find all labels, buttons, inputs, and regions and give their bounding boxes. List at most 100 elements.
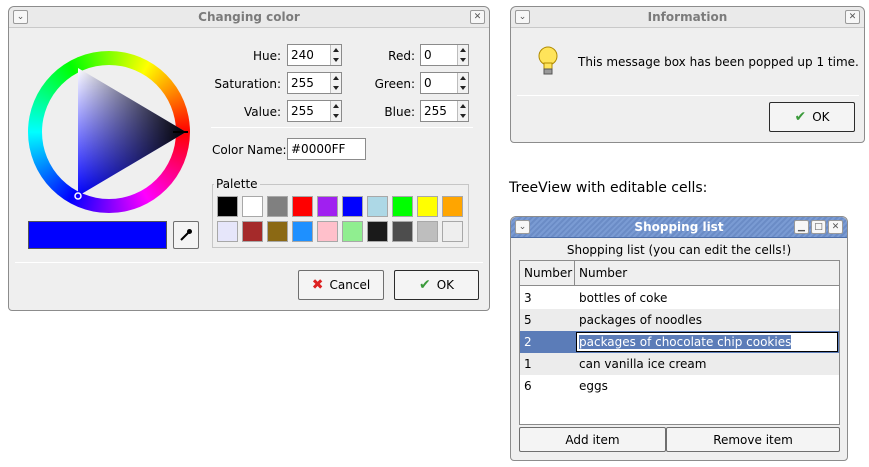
hue-spinbutton[interactable]: 240 <box>287 44 342 66</box>
cancel-icon: ✖ <box>311 277 324 293</box>
remove-item-button[interactable]: Remove item <box>666 427 840 452</box>
column-header-number[interactable]: Number <box>520 261 575 286</box>
maximize-icon: □ <box>814 222 823 232</box>
palette-swatch[interactable] <box>342 196 363 217</box>
close-icon: ✕ <box>831 222 840 232</box>
saturation-spinbutton[interactable]: 255 <box>287 72 342 94</box>
number-cell[interactable]: 3 <box>524 291 532 305</box>
window-menu-button[interactable]: ⌄ <box>515 10 530 24</box>
green-stepper[interactable] <box>457 73 468 93</box>
color-name-value: #0000FF <box>291 142 346 156</box>
color-name-input[interactable]: #0000FF <box>287 138 366 160</box>
number-cell[interactable]: 6 <box>524 379 532 393</box>
table-row[interactable]: 2 packages of chocolate chip cookies <box>520 331 839 353</box>
color-dialog-titlebar[interactable]: ⌄ Changing color ✕ <box>9 7 489 28</box>
value-spinbutton[interactable]: 255 <box>287 100 342 122</box>
window-menu-button[interactable]: ⌄ <box>13 10 28 24</box>
chevron-down-icon: ⌄ <box>16 12 25 22</box>
information-titlebar[interactable]: ⌄ Information ✕ <box>511 7 864 28</box>
maximize-button[interactable]: □ <box>811 220 826 234</box>
arrow-up-icon <box>333 48 339 52</box>
shopping-subtitle: Shopping list (you can edit the cells!) <box>566 243 792 257</box>
red-stepper[interactable] <box>457 45 468 65</box>
buttons-separator <box>15 262 483 263</box>
red-spinbutton[interactable]: 0 <box>420 44 469 66</box>
arrow-down-icon <box>333 114 339 118</box>
chevron-down-icon: ⌄ <box>518 12 527 22</box>
product-cell[interactable]: eggs <box>579 379 608 393</box>
blue-spinbutton[interactable]: 255 <box>420 100 469 122</box>
palette-swatch[interactable] <box>317 221 338 242</box>
palette-swatch[interactable] <box>367 221 388 242</box>
tree-view[interactable]: Number Number 3 bottles of coke 5 packages … <box>519 260 840 425</box>
palette-swatch[interactable] <box>292 221 313 242</box>
arrow-down-icon <box>333 58 339 62</box>
hue-label: Hue: <box>252 49 281 63</box>
product-cell[interactable]: packages of noodles <box>579 313 702 327</box>
number-cell[interactable]: 5 <box>524 313 532 327</box>
arrow-up-icon <box>460 104 466 108</box>
palette-swatch[interactable] <box>217 221 238 242</box>
cancel-button[interactable]: ✖ Cancel <box>298 270 384 300</box>
table-row[interactable]: 6 eggs <box>520 375 839 397</box>
saturation-stepper[interactable] <box>330 73 341 93</box>
palette-swatch[interactable] <box>442 221 463 242</box>
column-header-product-label: Number <box>579 266 628 280</box>
palette-swatch[interactable] <box>417 196 438 217</box>
column-header-product[interactable]: Number <box>575 261 839 286</box>
palette-swatch[interactable] <box>392 196 413 217</box>
minimize-button[interactable]: ▁ <box>794 220 809 234</box>
table-row[interactable]: 5 packages of noodles <box>520 309 839 331</box>
selected-text: packages of chocolate chip cookies <box>579 335 792 349</box>
palette-swatch[interactable] <box>317 196 338 217</box>
add-item-button[interactable]: Add item <box>519 427 666 452</box>
palette-swatch[interactable] <box>442 196 463 217</box>
product-cell-editor[interactable]: packages of chocolate chip cookies <box>576 332 838 352</box>
palette-swatch[interactable] <box>292 196 313 217</box>
green-spinbutton[interactable]: 0 <box>420 72 469 94</box>
hue-stepper[interactable] <box>330 45 341 65</box>
current-color-swatch <box>28 221 167 249</box>
table-row[interactable]: 3 bottles of coke <box>520 287 839 309</box>
info-ok-button[interactable]: ✔ OK <box>769 102 855 132</box>
palette-swatch[interactable] <box>242 221 263 242</box>
palette-swatch[interactable] <box>267 221 288 242</box>
palette-swatch[interactable] <box>242 196 263 217</box>
info-ok-label: OK <box>812 110 830 124</box>
window-title: Changing color <box>198 10 300 24</box>
column-header-number-label: Number <box>524 266 573 280</box>
product-cell[interactable]: can vanilla ice cream <box>579 357 706 371</box>
palette-swatch[interactable] <box>342 221 363 242</box>
info-message: This message box has been popped up 1 ti… <box>578 55 859 69</box>
palette-label: Palette <box>214 177 260 191</box>
close-button[interactable]: ✕ <box>828 220 843 234</box>
checkmark-icon: ✔ <box>794 109 807 125</box>
value-value: 255 <box>291 104 314 118</box>
arrow-up-icon <box>460 48 466 52</box>
product-cell[interactable]: bottles of coke <box>579 291 667 305</box>
red-label: Red: <box>388 49 415 63</box>
arrow-down-icon <box>460 58 466 62</box>
green-label: Green: <box>374 77 415 91</box>
palette-swatch[interactable] <box>392 221 413 242</box>
blue-label: Blue: <box>384 105 415 119</box>
table-row[interactable]: 1 can vanilla ice cream <box>520 353 839 375</box>
saturation-value-triangle[interactable] <box>28 51 190 213</box>
blue-stepper[interactable] <box>457 101 468 121</box>
shopping-titlebar[interactable]: ⌄ Shopping list ▁ □ ✕ <box>511 217 847 238</box>
palette-swatch[interactable] <box>367 196 388 217</box>
value-label: Value: <box>244 105 281 119</box>
eyedropper-button[interactable] <box>173 221 199 249</box>
ok-button[interactable]: ✔ OK <box>394 270 479 300</box>
close-button[interactable]: ✕ <box>845 10 860 24</box>
window-menu-button[interactable]: ⌄ <box>515 220 530 234</box>
palette-swatch[interactable] <box>217 196 238 217</box>
close-icon: ✕ <box>848 12 857 22</box>
palette-swatch[interactable] <box>267 196 288 217</box>
close-button[interactable]: ✕ <box>470 10 485 24</box>
palette-swatch[interactable] <box>417 221 438 242</box>
number-cell[interactable]: 1 <box>524 357 532 371</box>
number-cell[interactable]: 2 <box>524 335 532 349</box>
value-stepper[interactable] <box>330 101 341 121</box>
window-title: Shopping list <box>634 220 724 234</box>
